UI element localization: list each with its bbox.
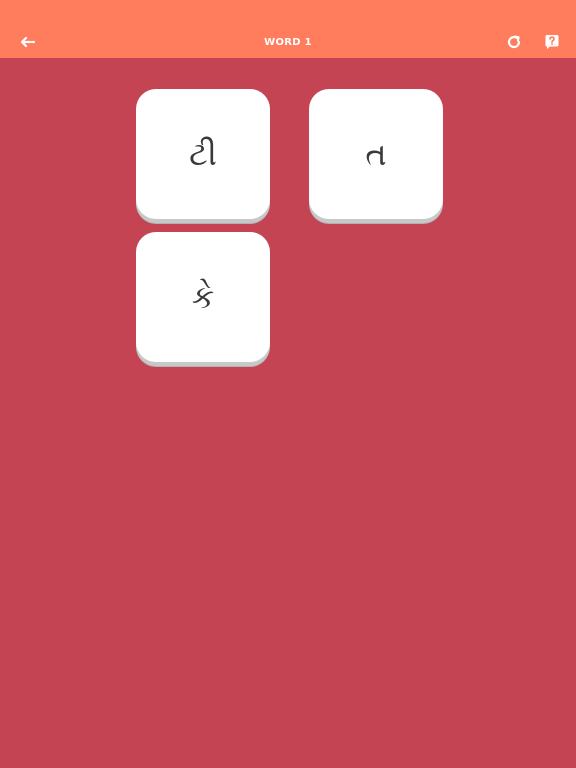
- refresh-icon: [507, 35, 521, 49]
- refresh-button[interactable]: [502, 30, 526, 54]
- tile-letter: ત: [365, 134, 387, 173]
- letter-tile[interactable]: કે: [136, 232, 270, 362]
- hint-question-icon: [545, 35, 559, 49]
- tile-letter: કે: [191, 277, 215, 316]
- tile-letter: ટી: [189, 134, 217, 173]
- hint-button[interactable]: [540, 30, 564, 54]
- letter-tile[interactable]: ટી: [136, 89, 270, 219]
- letter-tile[interactable]: ત: [309, 89, 443, 219]
- top-bar: WORD 1: [0, 0, 576, 58]
- page-title: WORD 1: [264, 37, 312, 48]
